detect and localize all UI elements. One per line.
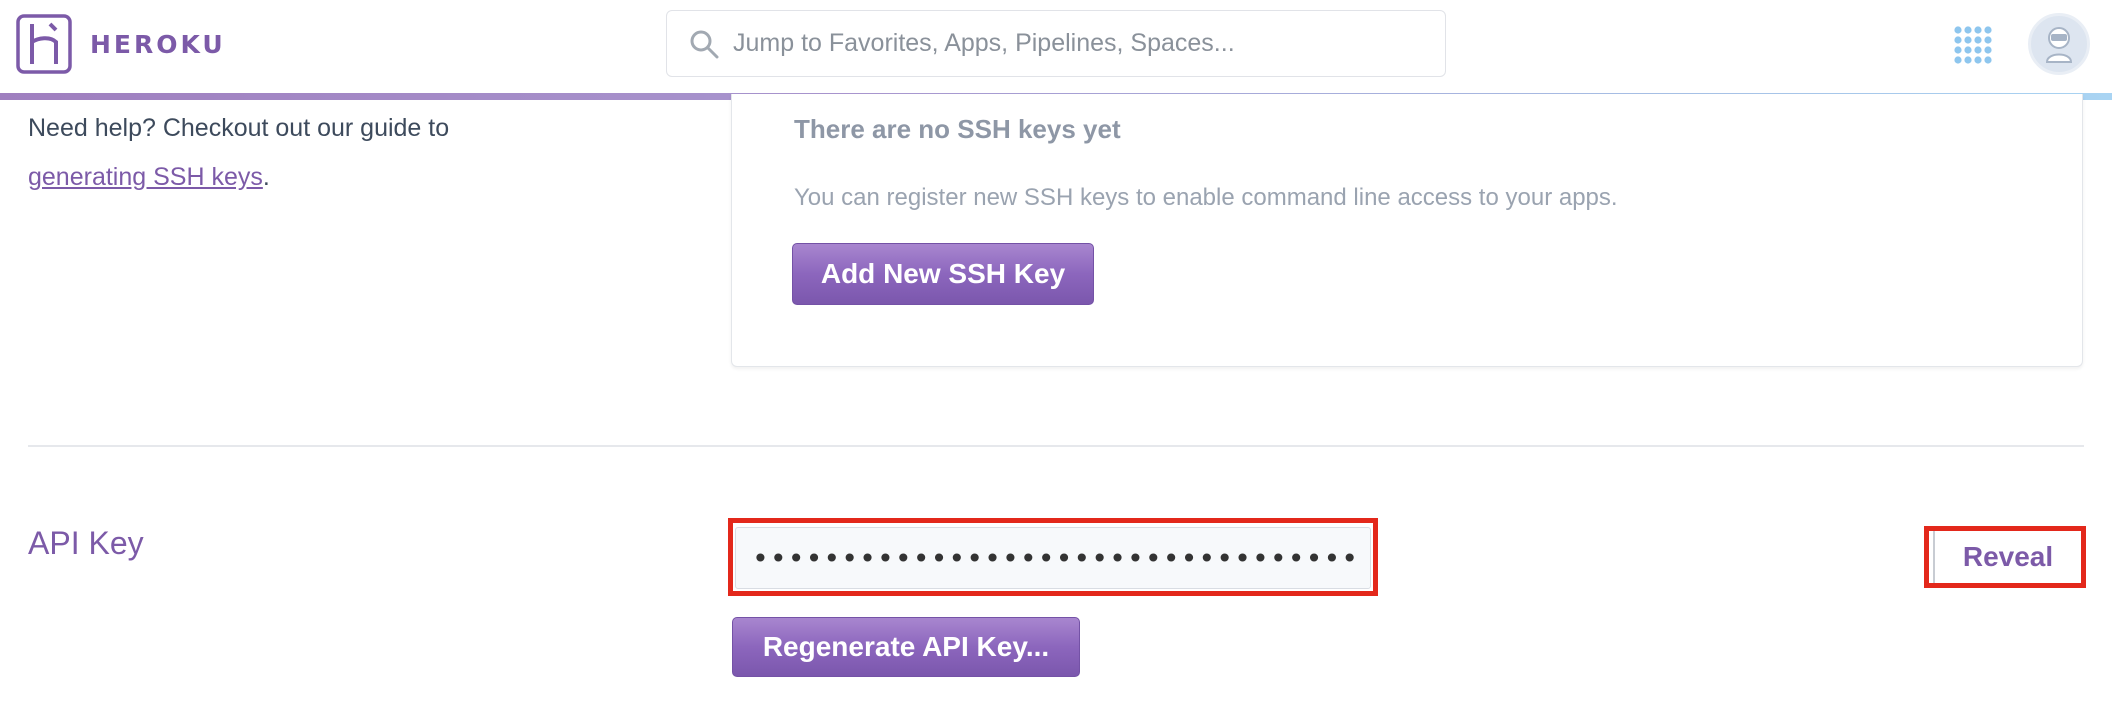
ssh-help-text: Need help? Checkout out our guide to gen… <box>28 104 528 202</box>
ssh-empty-title: There are no SSH keys yet <box>794 114 1121 144</box>
brand-name: HEROKU <box>90 29 226 59</box>
generating-ssh-keys-link[interactable]: generating SSH keys <box>28 163 263 191</box>
heroku-logo-icon <box>16 14 72 74</box>
reveal-highlight-box <box>1924 526 2086 588</box>
top-navbar: HEROKU <box>0 0 2112 94</box>
regenerate-api-key-button[interactable]: Regenerate API Key... <box>732 617 1080 677</box>
api-key-label: API Key <box>28 525 144 561</box>
apps-grid-icon[interactable] <box>1952 24 1992 64</box>
api-key-highlight-box <box>728 518 1378 596</box>
search-icon <box>690 30 719 58</box>
user-avatar-icon <box>2045 27 2073 63</box>
help-text: Need help? Checkout out our guide to <box>28 114 450 142</box>
heroku-logo[interactable]: HEROKU <box>16 14 226 74</box>
section-divider <box>28 445 2084 447</box>
ssh-keys-card: There are no SSH keys yet You can regist… <box>731 94 2083 367</box>
add-ssh-key-button[interactable]: Add New SSH Key <box>792 243 1094 305</box>
ssh-empty-description: You can register new SSH keys to enable … <box>794 184 1618 211</box>
user-avatar[interactable] <box>2028 13 2090 75</box>
search-input[interactable] <box>731 28 1411 59</box>
help-suffix: . <box>262 163 270 191</box>
search-box[interactable] <box>666 10 1446 77</box>
